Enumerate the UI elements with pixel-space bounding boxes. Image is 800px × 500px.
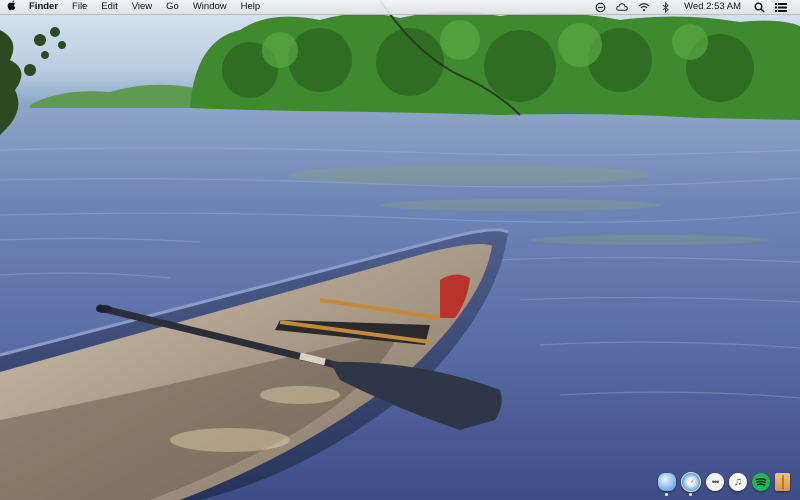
desktop-wallpaper [0, 0, 800, 500]
wifi-icon[interactable] [638, 1, 650, 13]
sync-icon[interactable] [594, 1, 606, 13]
running-indicator [689, 493, 692, 496]
cloud-icon[interactable] [616, 1, 628, 13]
list-icon[interactable] [775, 1, 787, 13]
messages-icon[interactable]: ••• [706, 473, 724, 491]
menu-go[interactable]: Go [159, 0, 186, 14]
dock: ••• ♫ [658, 470, 790, 496]
lake-canoe-photo [0, 0, 800, 500]
app-menu-finder[interactable]: Finder [22, 0, 65, 14]
archive-icon[interactable] [775, 473, 790, 491]
music-icon[interactable]: ♫ [729, 473, 747, 491]
menu-help[interactable]: Help [234, 0, 268, 14]
menu-bar: Finder File Edit View Go Window Help Wed… [0, 0, 800, 15]
menu-file[interactable]: File [65, 0, 94, 14]
menu-view[interactable]: View [125, 0, 159, 14]
safari-icon[interactable] [681, 472, 701, 496]
apple-icon[interactable] [0, 0, 22, 14]
menu-window[interactable]: Window [186, 0, 234, 14]
search-icon[interactable] [753, 1, 765, 13]
bluetooth-icon[interactable] [660, 1, 672, 13]
menu-bar-clock[interactable]: Wed 2:53 AM [677, 0, 748, 14]
menu-edit[interactable]: Edit [94, 0, 124, 14]
cloud-app-icon[interactable] [658, 473, 676, 496]
spotify-icon[interactable] [752, 473, 770, 491]
running-indicator [665, 493, 668, 496]
